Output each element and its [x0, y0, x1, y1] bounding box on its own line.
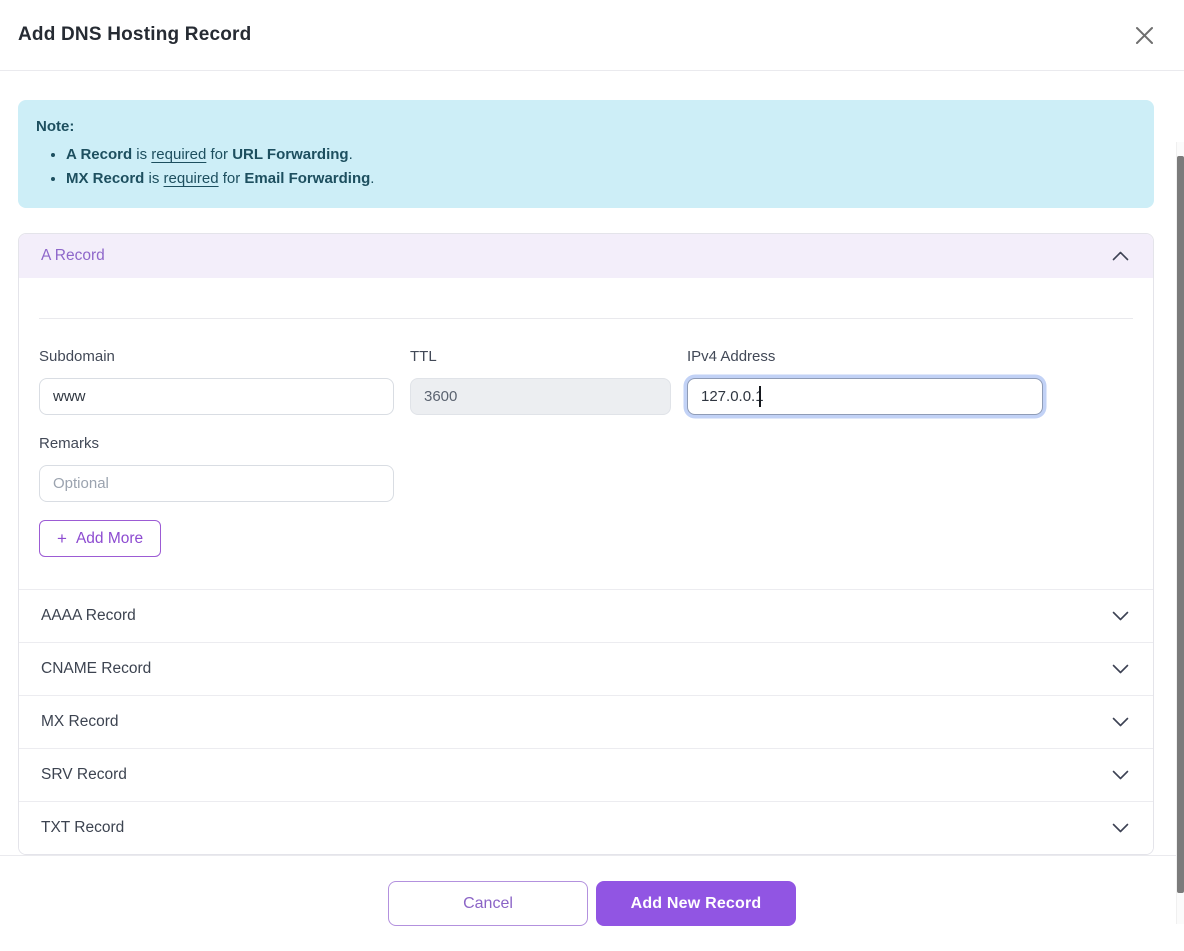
note-bold: Email Forwarding: [244, 170, 370, 187]
cancel-button[interactable]: Cancel: [388, 881, 588, 926]
ttl-input: [410, 378, 671, 415]
subdomain-field-group: Subdomain: [39, 348, 394, 415]
accordion-header-a-record[interactable]: A Record: [19, 234, 1153, 278]
modal-body: Note: A Record is required for URL Forwa…: [0, 71, 1184, 855]
accordion-header-srv-record[interactable]: SRV Record: [19, 748, 1153, 801]
note-bold: URL Forwarding: [232, 146, 348, 163]
remarks-field-group: Remarks: [39, 435, 394, 502]
chevron-down-icon: [1112, 717, 1129, 727]
form-row-1: Subdomain TTL IPv4 Address: [39, 348, 1133, 415]
plus-icon: +: [57, 530, 67, 547]
note-underline: required: [151, 146, 206, 163]
accordion-header-txt-record[interactable]: TXT Record: [19, 801, 1153, 854]
note-text: .: [370, 170, 374, 187]
accordion-label: A Record: [41, 247, 105, 265]
accordion-header-aaaa-record[interactable]: AAAA Record: [19, 589, 1153, 642]
modal-header: Add DNS Hosting Record: [0, 0, 1184, 71]
ipv4-input[interactable]: [687, 378, 1043, 415]
remarks-input[interactable]: [39, 465, 394, 502]
subdomain-input[interactable]: [39, 378, 394, 415]
note-text: for: [206, 146, 232, 163]
close-icon: [1133, 24, 1156, 47]
note-text: is: [132, 146, 151, 163]
panel-divider: [39, 318, 1133, 319]
add-new-record-button[interactable]: Add New Record: [596, 881, 796, 926]
accordion-label: AAAA Record: [41, 607, 136, 625]
note-underline: required: [164, 170, 219, 187]
form-row-2: Remarks: [39, 435, 1133, 502]
note-text: .: [349, 146, 353, 163]
note-list: A Record is required for URL Forwarding.…: [36, 143, 1136, 191]
remarks-label: Remarks: [39, 435, 394, 452]
chevron-up-icon: [1112, 251, 1129, 261]
note-item-a-record: A Record is required for URL Forwarding.: [66, 143, 1136, 167]
accordion-label: CNAME Record: [41, 660, 151, 678]
vertical-scrollbar-thumb[interactable]: [1177, 156, 1184, 893]
note-text: for: [219, 170, 245, 187]
vertical-scrollbar-track[interactable]: [1176, 142, 1184, 924]
accordion-header-mx-record[interactable]: MX Record: [19, 695, 1153, 748]
note-text: is: [144, 170, 163, 187]
ipv4-input-wrap: [687, 378, 1043, 415]
accordion-label: MX Record: [41, 713, 119, 731]
accordion-label: TXT Record: [41, 819, 124, 837]
chevron-down-icon: [1112, 770, 1129, 780]
modal-title: Add DNS Hosting Record: [18, 24, 251, 46]
a-record-panel: Subdomain TTL IPv4 Address: [19, 318, 1153, 589]
text-caret: [759, 386, 761, 407]
accordion-label: SRV Record: [41, 766, 127, 784]
accordion-header-cname-record[interactable]: CNAME Record: [19, 642, 1153, 695]
ipv4-label: IPv4 Address: [687, 348, 1043, 365]
close-button[interactable]: [1129, 20, 1160, 51]
chevron-down-icon: [1112, 611, 1129, 621]
note-item-mx-record: MX Record is required for Email Forwardi…: [66, 167, 1136, 191]
note-bold: A Record: [66, 146, 132, 163]
chevron-down-icon: [1112, 823, 1129, 833]
record-accordion: A Record Subdomain TTL: [18, 233, 1154, 855]
note-heading: Note:: [36, 115, 1136, 139]
ttl-field-group: TTL: [410, 348, 671, 415]
add-more-button[interactable]: + Add More: [39, 520, 161, 557]
note-box: Note: A Record is required for URL Forwa…: [18, 100, 1154, 208]
note-bold: MX Record: [66, 170, 144, 187]
modal-footer: Cancel Add New Record: [0, 855, 1184, 951]
chevron-down-icon: [1112, 664, 1129, 674]
subdomain-label: Subdomain: [39, 348, 394, 365]
ipv4-field-group: IPv4 Address: [687, 348, 1043, 415]
ttl-label: TTL: [410, 348, 671, 365]
add-more-label: Add More: [76, 530, 143, 548]
add-dns-record-modal: Add DNS Hosting Record Note: A Record is…: [0, 0, 1184, 949]
